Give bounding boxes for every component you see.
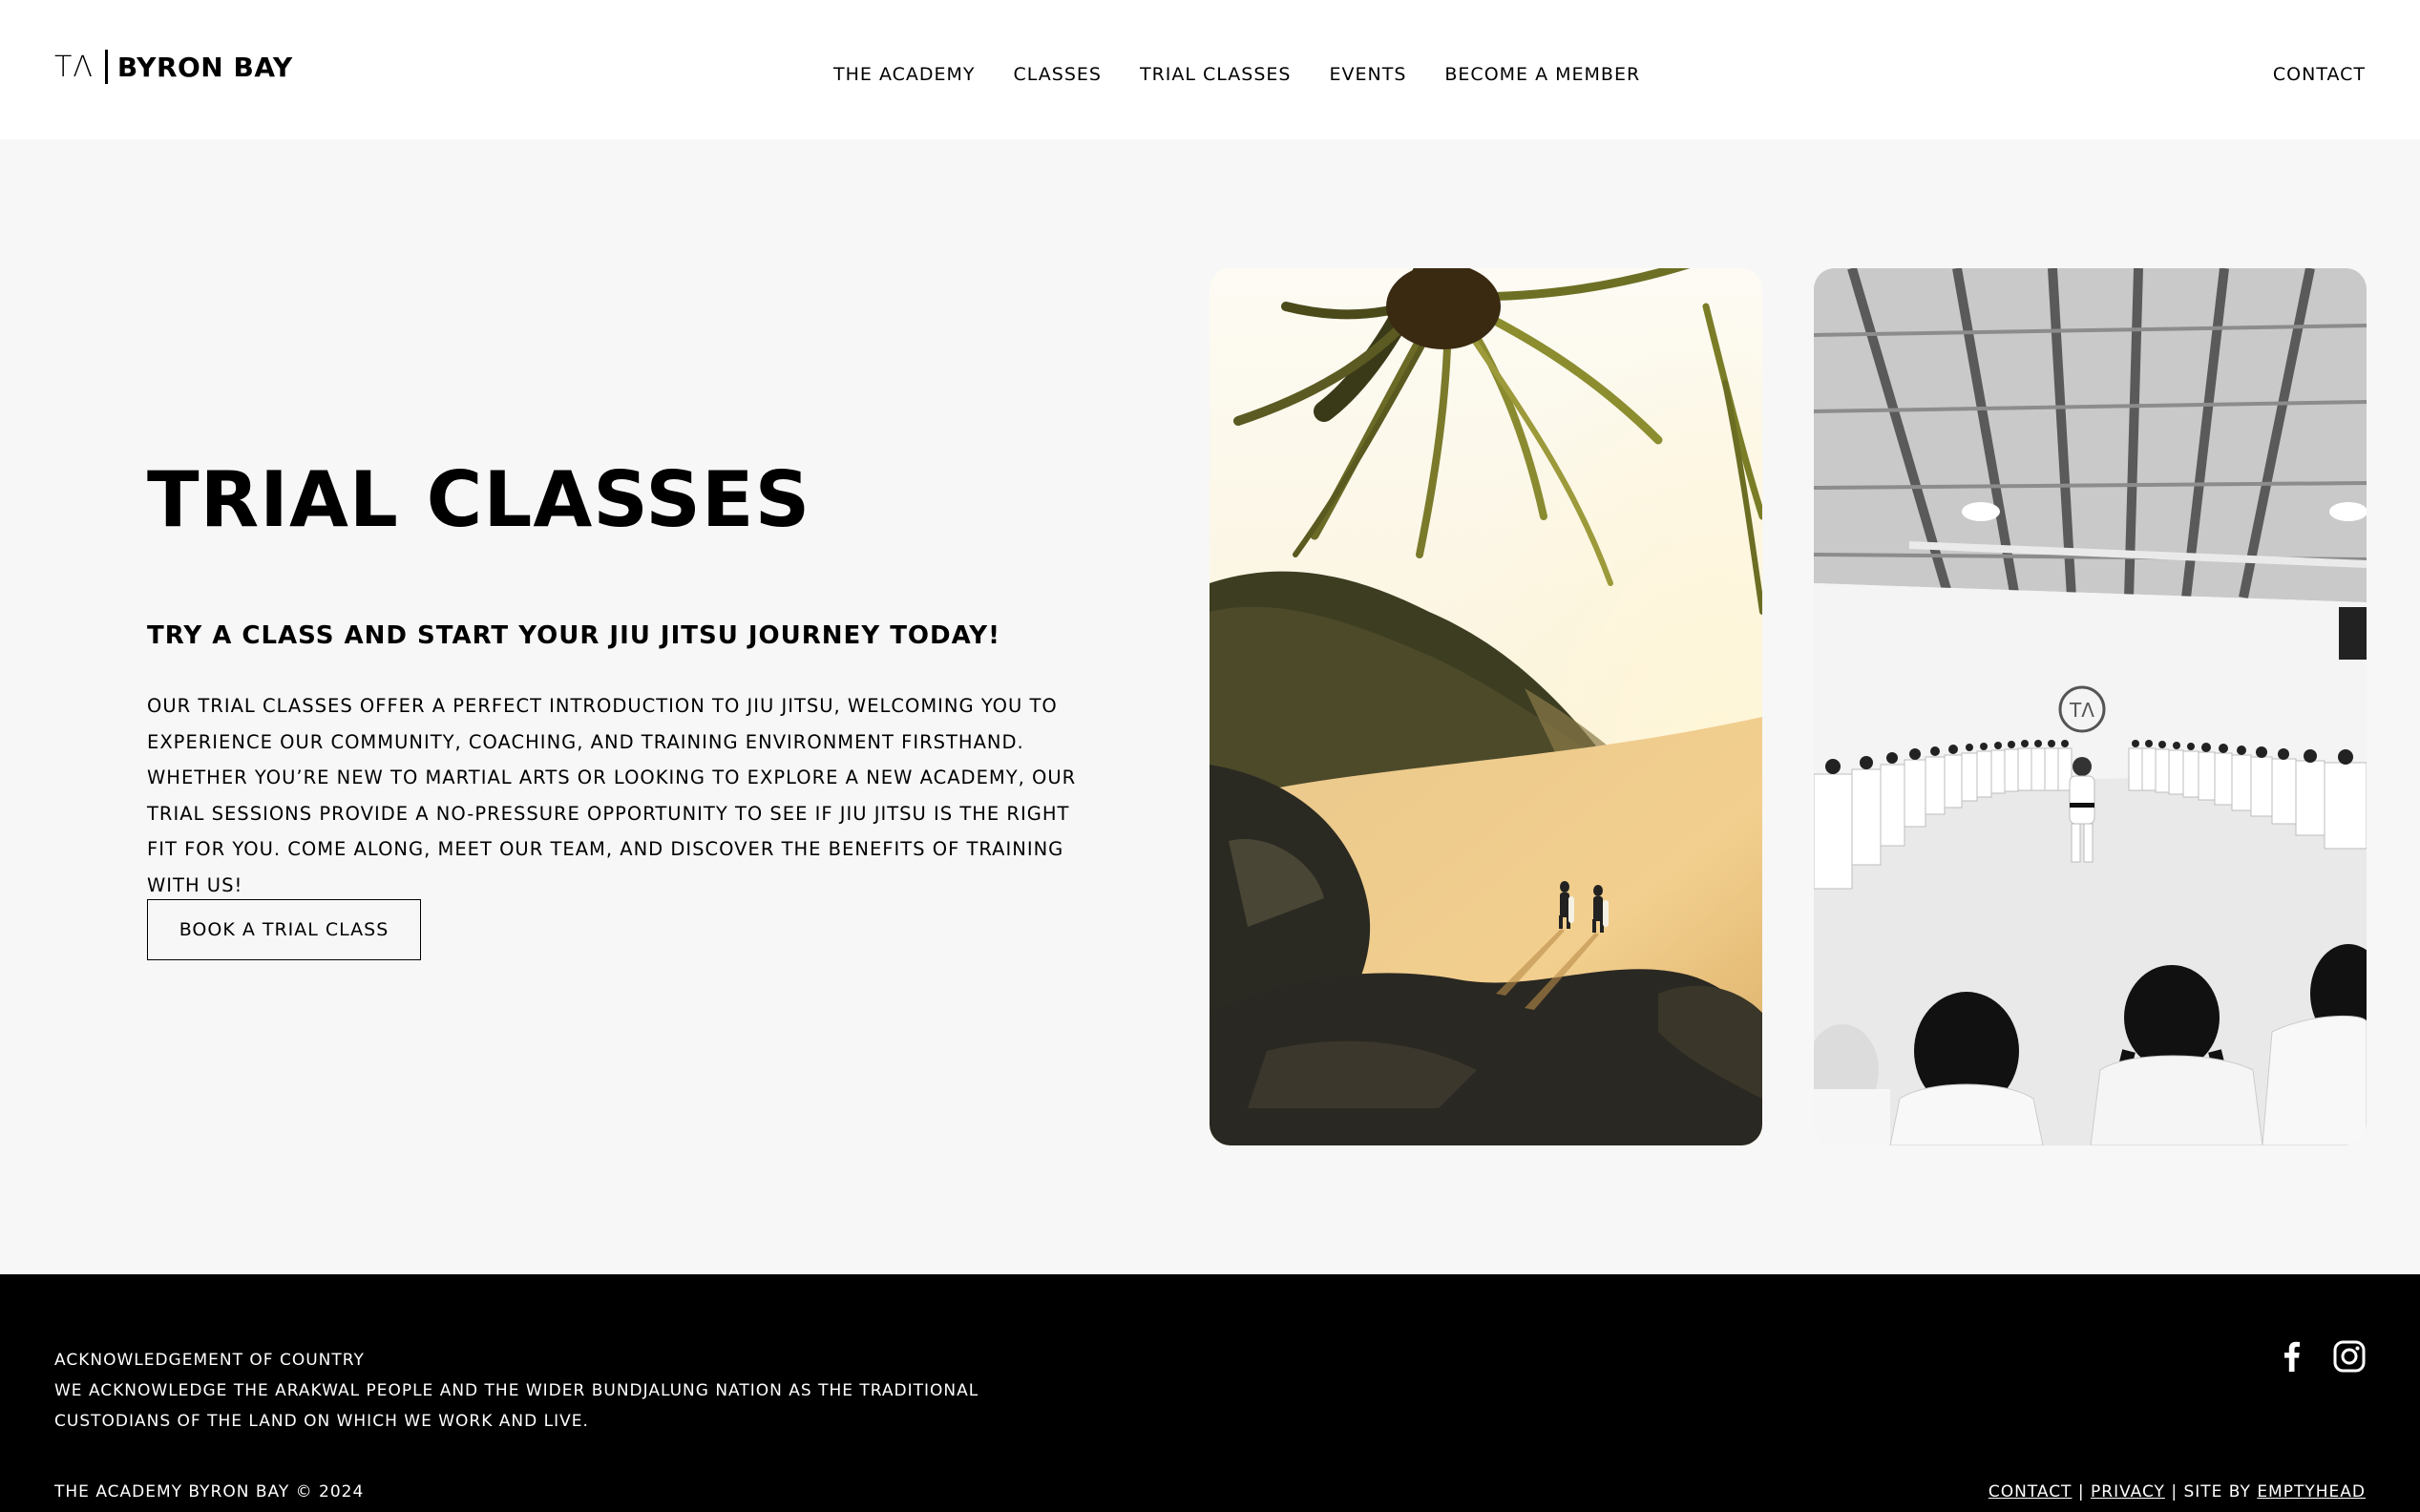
- acknowledgement-text: WE ACKNOWLEDGE THE ARAKWAL PEOPLE AND TH…: [54, 1381, 979, 1431]
- trial-classes-section: TRIAL CLASSES TRY A CLASS AND START YOUR…: [0, 139, 2420, 1274]
- page-subtitle: TRY A CLASS AND START YOUR JIU JITSU JOU…: [147, 621, 1000, 650]
- nav-item-events[interactable]: EVENTS: [1330, 64, 1407, 85]
- logo-mark: TΛ: [54, 50, 94, 84]
- legal-separator: |: [2077, 1482, 2085, 1502]
- logo-divider: [104, 50, 108, 84]
- nav-item-contact[interactable]: CONTACT: [2273, 64, 2366, 85]
- copyright-text: THE ACADEMY BYRON BAY © 2024: [54, 1482, 365, 1502]
- logo-text: BYRON BAY: [116, 51, 293, 83]
- book-trial-class-button[interactable]: BOOK A TRIAL CLASS: [147, 899, 421, 960]
- acknowledgement-title: ACKNOWLEDGEMENT OF COUNTRY: [54, 1351, 365, 1370]
- page-title: TRIAL CLASSES: [147, 455, 811, 544]
- social-links: [2275, 1339, 2367, 1374]
- footer-legal-links: CONTACT | PRIVACY | SITE BY EMPTYHEAD: [1989, 1482, 2366, 1502]
- nav-item-the-academy[interactable]: THE ACADEMY: [833, 64, 976, 85]
- footer-agency-link[interactable]: EMPTYHEAD: [2257, 1482, 2366, 1502]
- beach-photo-illustration: [1210, 268, 1762, 1145]
- nav-item-become-a-member[interactable]: BECOME A MEMBER: [1444, 64, 1640, 85]
- beach-photo: [1210, 268, 1762, 1145]
- site-header: TΛ BYRON BAY THE ACADEMY CLASSES TRIAL C…: [0, 0, 2420, 139]
- intro-paragraph: OUR TRIAL CLASSES OFFER A PERFECT INTROD…: [147, 695, 1077, 896]
- dojo-wall-logo: TΛ: [2069, 699, 2094, 722]
- site-by-label: SITE BY: [2183, 1482, 2251, 1502]
- dojo-photo-illustration: TΛ: [1814, 268, 2367, 1145]
- dojo-photo: TΛ: [1814, 268, 2367, 1145]
- footer-privacy-link[interactable]: PRIVACY: [2091, 1482, 2165, 1502]
- footer-contact-link[interactable]: CONTACT: [1989, 1482, 2073, 1502]
- site-logo[interactable]: TΛ BYRON BAY: [54, 50, 293, 84]
- instagram-icon[interactable]: [2332, 1339, 2367, 1374]
- nav-item-classes[interactable]: CLASSES: [1014, 64, 1102, 85]
- main-nav: THE ACADEMY CLASSES TRIAL CLASSES EVENTS…: [833, 64, 1640, 85]
- facebook-icon[interactable]: [2275, 1339, 2309, 1374]
- legal-separator: |: [2171, 1482, 2178, 1502]
- nav-item-trial-classes[interactable]: TRIAL CLASSES: [1140, 64, 1292, 85]
- site-footer: ACKNOWLEDGEMENT OF COUNTRY WE ACKNOWLEDG…: [0, 1274, 2420, 1512]
